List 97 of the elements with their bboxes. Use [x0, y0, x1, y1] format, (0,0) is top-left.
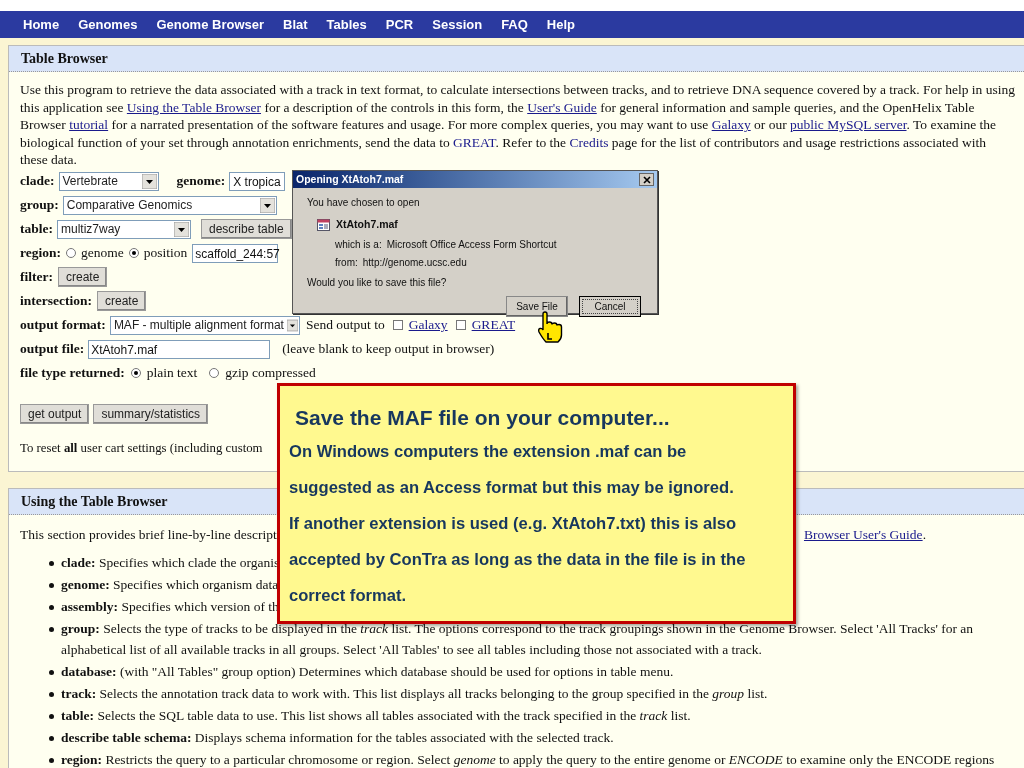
- text-link[interactable]: User's Guide: [527, 99, 597, 115]
- section-intro: This section provides brief line-by-line descript: [20, 526, 277, 544]
- field-label: clade:: [20, 171, 55, 190]
- output-file-hint: (leave blank to keep output in browser): [282, 339, 495, 358]
- field-label: filter:: [20, 267, 53, 286]
- radio-label: plain text: [146, 363, 198, 382]
- bullet-icon: [49, 605, 54, 610]
- field-label: from:: [335, 255, 358, 270]
- nav-link[interactable]: Genomes: [78, 14, 138, 35]
- field-label: region:: [20, 243, 61, 262]
- nav-link[interactable]: Session: [432, 14, 483, 35]
- dropdown-arrow-icon: [259, 197, 275, 213]
- dropdown-arrow-icon: [286, 317, 298, 333]
- dialog-button[interactable]: Save File: [506, 295, 568, 317]
- text-link[interactable]: Using the Table Browser: [126, 99, 261, 115]
- text-link[interactable]: Browser User's Guide: [803, 527, 923, 542]
- dialog-button[interactable]: Cancel: [579, 295, 641, 317]
- nav-link[interactable]: Genome Browser: [156, 14, 265, 35]
- field-label: which is a:: [335, 237, 382, 252]
- dialog-file-name: XtAtoh7.maf: [336, 217, 398, 232]
- field-label: group:: [20, 195, 59, 214]
- radio-button[interactable]: [128, 248, 139, 258]
- radio-button[interactable]: [130, 368, 141, 378]
- send-output-label: Send output to: [305, 315, 385, 334]
- genome-select[interactable]: X tropica: [229, 171, 286, 191]
- text-link[interactable]: Galaxy: [711, 117, 751, 132]
- bullet-icon: [49, 561, 54, 566]
- radio-label: gzip compressed: [225, 363, 316, 382]
- radio-button[interactable]: [66, 248, 76, 258]
- nav-link[interactable]: PCR: [385, 14, 414, 35]
- item-description: describe table schema: Displays schema information for the tables associated with the selected track.: [61, 728, 614, 747]
- intro-paragraph: Use this program to retrieve the data associated with a track in text format, to calculate intersections between tracks, and to retrieve DNA sequence covered by a track. For help in using this application see Using the Table Browser for a description of the controls in this form, the User's Guide for general information and sample queries, and the OpenHelix Table Browser tutorial for a narrated presentation of the software features and usage. For more complex queries, you may want to use Galaxy or our public MySQL server. To examine the biological function of your set through annotation enrichments, send the data to GREAT. Refer to the Credits page for the list of contributors and usage restrictions associated with these data.: [20, 81, 1015, 169]
- text-link[interactable]: public MySQL server: [790, 117, 907, 132]
- close-button[interactable]: [639, 173, 654, 186]
- radio-button[interactable]: [209, 368, 220, 378]
- item-description: track: Selects the annotation track data to work with. This list displays all tracks belonging to the group specified in the group list.: [61, 684, 768, 703]
- output-file-field[interactable]: XtAtoh7.maf: [88, 339, 271, 359]
- panel-title: Table Browser: [21, 50, 108, 68]
- text-link[interactable]: Galaxy: [408, 314, 448, 336]
- bullet-icon: [49, 735, 54, 741]
- dropdown-arrow-icon: [141, 173, 157, 189]
- text-link[interactable]: GREAT: [471, 314, 516, 336]
- nav-link[interactable]: FAQ: [501, 14, 528, 35]
- text-link[interactable]: GREAT: [453, 134, 496, 150]
- position-field[interactable]: scaffold_244:57: [192, 243, 279, 263]
- item-description: group: Selects the type of tracks to be displayed in the track list. The options correspond to the track groupings shown in the Genome Browser. Select 'All Tracks' for an alphabetical list of all available tracks in all groups. Select 'All Tables' to see all tables including those not associated with a track.: [61, 620, 975, 659]
- bullet-icon: [49, 713, 54, 719]
- bullet-icon: [49, 757, 54, 763]
- nav-link[interactable]: Tables: [326, 14, 367, 35]
- group-select[interactable]: Comparative Genomics: [62, 195, 277, 215]
- callout-text: On Windows computers the extension .maf can be suggested as an Access format but this may be ignored.: [289, 440, 735, 499]
- nav-link[interactable]: Help: [546, 14, 576, 35]
- field-label: table:: [20, 219, 53, 238]
- radio-label: position: [143, 243, 188, 262]
- nav-link[interactable]: Blat: [283, 14, 308, 35]
- callout-title: Save the MAF file on your computer...: [295, 405, 671, 431]
- file-source-value: http://genome.ucsc.edu: [362, 255, 467, 270]
- radio-label: genome: [81, 243, 124, 262]
- action-button[interactable]: summary/statistics: [93, 403, 209, 424]
- field-label: file type returned:: [20, 363, 125, 382]
- bullet-icon: [49, 583, 54, 588]
- text-link[interactable]: tutorial: [69, 117, 109, 132]
- item-description: clade: Specifies which clade the organis: [61, 554, 280, 572]
- bullet-icon: [49, 669, 54, 675]
- hand-cursor-icon: [536, 311, 564, 345]
- text-link[interactable]: Credits: [569, 134, 609, 150]
- form-file-icon: [317, 218, 330, 231]
- item-description: genome: Specifies which organism data: [61, 576, 279, 594]
- table-select[interactable]: multiz7way: [57, 219, 191, 239]
- field-label: output format:: [20, 315, 106, 334]
- checkbox[interactable]: [392, 320, 403, 330]
- create-intersection-button[interactable]: create: [97, 291, 147, 311]
- nav-link[interactable]: Home: [23, 14, 60, 35]
- bullet-icon: [49, 691, 54, 697]
- item-description: database: (with "All Tables" group option) Determines which database should be used for options in table menu.: [61, 662, 674, 681]
- field-label: genome:: [176, 172, 226, 188]
- file-type-value: Microsoft Office Access Form Shortcut: [386, 237, 557, 252]
- dialog-prompt: You have chosen to open: [307, 196, 421, 210]
- panel-title: Using the Table Browser: [21, 493, 168, 511]
- checkbox[interactable]: [455, 320, 466, 330]
- dialog-question: Would you like to save this file?: [307, 275, 448, 290]
- dialog-title: Opening XtAtoh7.maf: [296, 171, 404, 187]
- create-filter-button[interactable]: create: [58, 267, 108, 287]
- field-label: output file:: [20, 339, 85, 358]
- item-description: region: Restricts the query to a particular chromosome or region. Select genome to apply the query to the entire genome or ENCODE to examine only the ENCODE regions: [61, 750, 995, 768]
- describe-table-button[interactable]: describe table: [201, 218, 292, 239]
- bullet-icon: [49, 627, 54, 632]
- dropdown-arrow-icon: [174, 221, 189, 237]
- clade-select[interactable]: Vertebrate: [58, 171, 159, 191]
- action-button[interactable]: get output: [20, 403, 90, 424]
- callout-text: If another extension is used (e.g. XtAtoh7.txt) this is also accepted by ConTra as long as the data in the file is in the correct format.: [289, 512, 747, 607]
- close-icon: [642, 175, 651, 184]
- field-label: intersection:: [20, 291, 92, 310]
- guide-sentence: Browser User's Guide.: [803, 526, 926, 544]
- item-description: table: Selects the SQL table data to use. This list shows all tables associated with the track specified in the track list.: [61, 706, 691, 725]
- reset-note: To reset all user cart settings (including custom: [20, 439, 263, 457]
- output-format-select[interactable]: MAF - multiple alignment format: [109, 315, 300, 335]
